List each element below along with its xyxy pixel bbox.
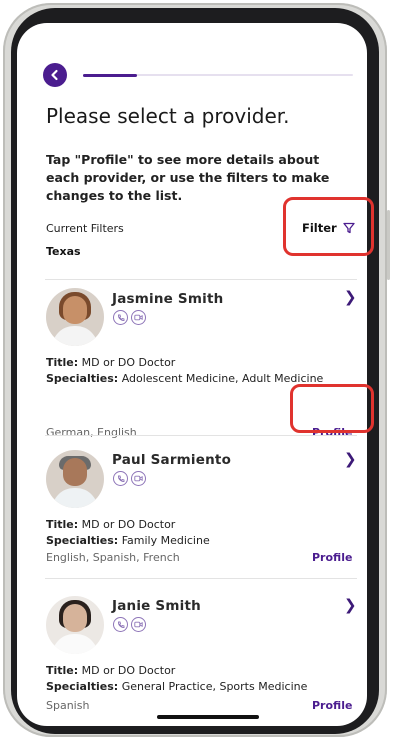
provider-name: Janie Smith <box>112 598 201 614</box>
provider-details: Title: MD or DO Doctor Specialties: Fami… <box>46 517 356 548</box>
profile-link[interactable]: Profile <box>312 699 352 712</box>
profile-link[interactable]: Profile <box>312 551 352 564</box>
provider-languages: English, Spanish, French <box>46 551 180 564</box>
avatar <box>46 596 104 654</box>
phone-icon <box>113 617 128 632</box>
divider <box>45 279 357 280</box>
provider-card-janie-smith[interactable]: Janie Smith ❯ Title: MD or DO Doctor Spe… <box>46 596 358 712</box>
video-icon <box>131 471 146 486</box>
filter-value-texas: Texas <box>46 245 81 258</box>
progress-bar <box>83 73 353 77</box>
page-title: Please select a provider. <box>46 104 290 128</box>
divider <box>45 435 357 436</box>
current-filters-label: Current Filters <box>46 222 124 235</box>
provider-details: Title: MD or DO Doctor Specialties: Adol… <box>46 355 356 386</box>
progress-fill <box>83 73 137 77</box>
divider <box>45 578 357 579</box>
provider-languages: Spanish <box>46 699 90 712</box>
video-icon <box>131 310 146 325</box>
provider-specialties-row: Specialties: Family Medicine <box>46 533 210 547</box>
phone-icon <box>113 471 128 486</box>
provider-title-row: Title: MD or DO Doctor <box>46 518 176 531</box>
provider-specialties-row: Specialties: General Practice, Sports Me… <box>46 679 308 693</box>
provider-name: Paul Sarmiento <box>112 452 232 468</box>
chevron-right-icon[interactable]: ❯ <box>344 450 357 468</box>
provider-card-paul-sarmiento[interactable]: Paul Sarmiento ❯ Title: MD or DO Doctor … <box>46 450 358 564</box>
chevron-right-icon[interactable]: ❯ <box>344 288 357 306</box>
back-button[interactable] <box>43 63 67 87</box>
video-icon <box>131 617 146 632</box>
provider-details: Title: MD or DO Doctor Specialties: Gene… <box>46 663 356 694</box>
provider-title-row: Title: MD or DO Doctor <box>46 356 176 369</box>
avatar <box>46 288 104 346</box>
home-indicator <box>157 715 259 719</box>
profile-highlight <box>290 384 374 433</box>
avatar <box>46 450 104 508</box>
provider-name: Jasmine Smith <box>112 291 224 307</box>
provider-title-row: Title: MD or DO Doctor <box>46 664 176 677</box>
side-button <box>387 210 390 280</box>
provider-languages: German, English <box>46 426 137 439</box>
phone-icon <box>113 310 128 325</box>
contact-icons <box>113 310 146 325</box>
filter-highlight <box>283 197 374 256</box>
contact-icons <box>113 471 146 486</box>
chevron-right-icon[interactable]: ❯ <box>344 596 357 614</box>
chevron-left-icon <box>51 69 58 81</box>
contact-icons <box>113 617 146 632</box>
app-screen: Please select a provider. Tap "Profile" … <box>17 23 367 726</box>
